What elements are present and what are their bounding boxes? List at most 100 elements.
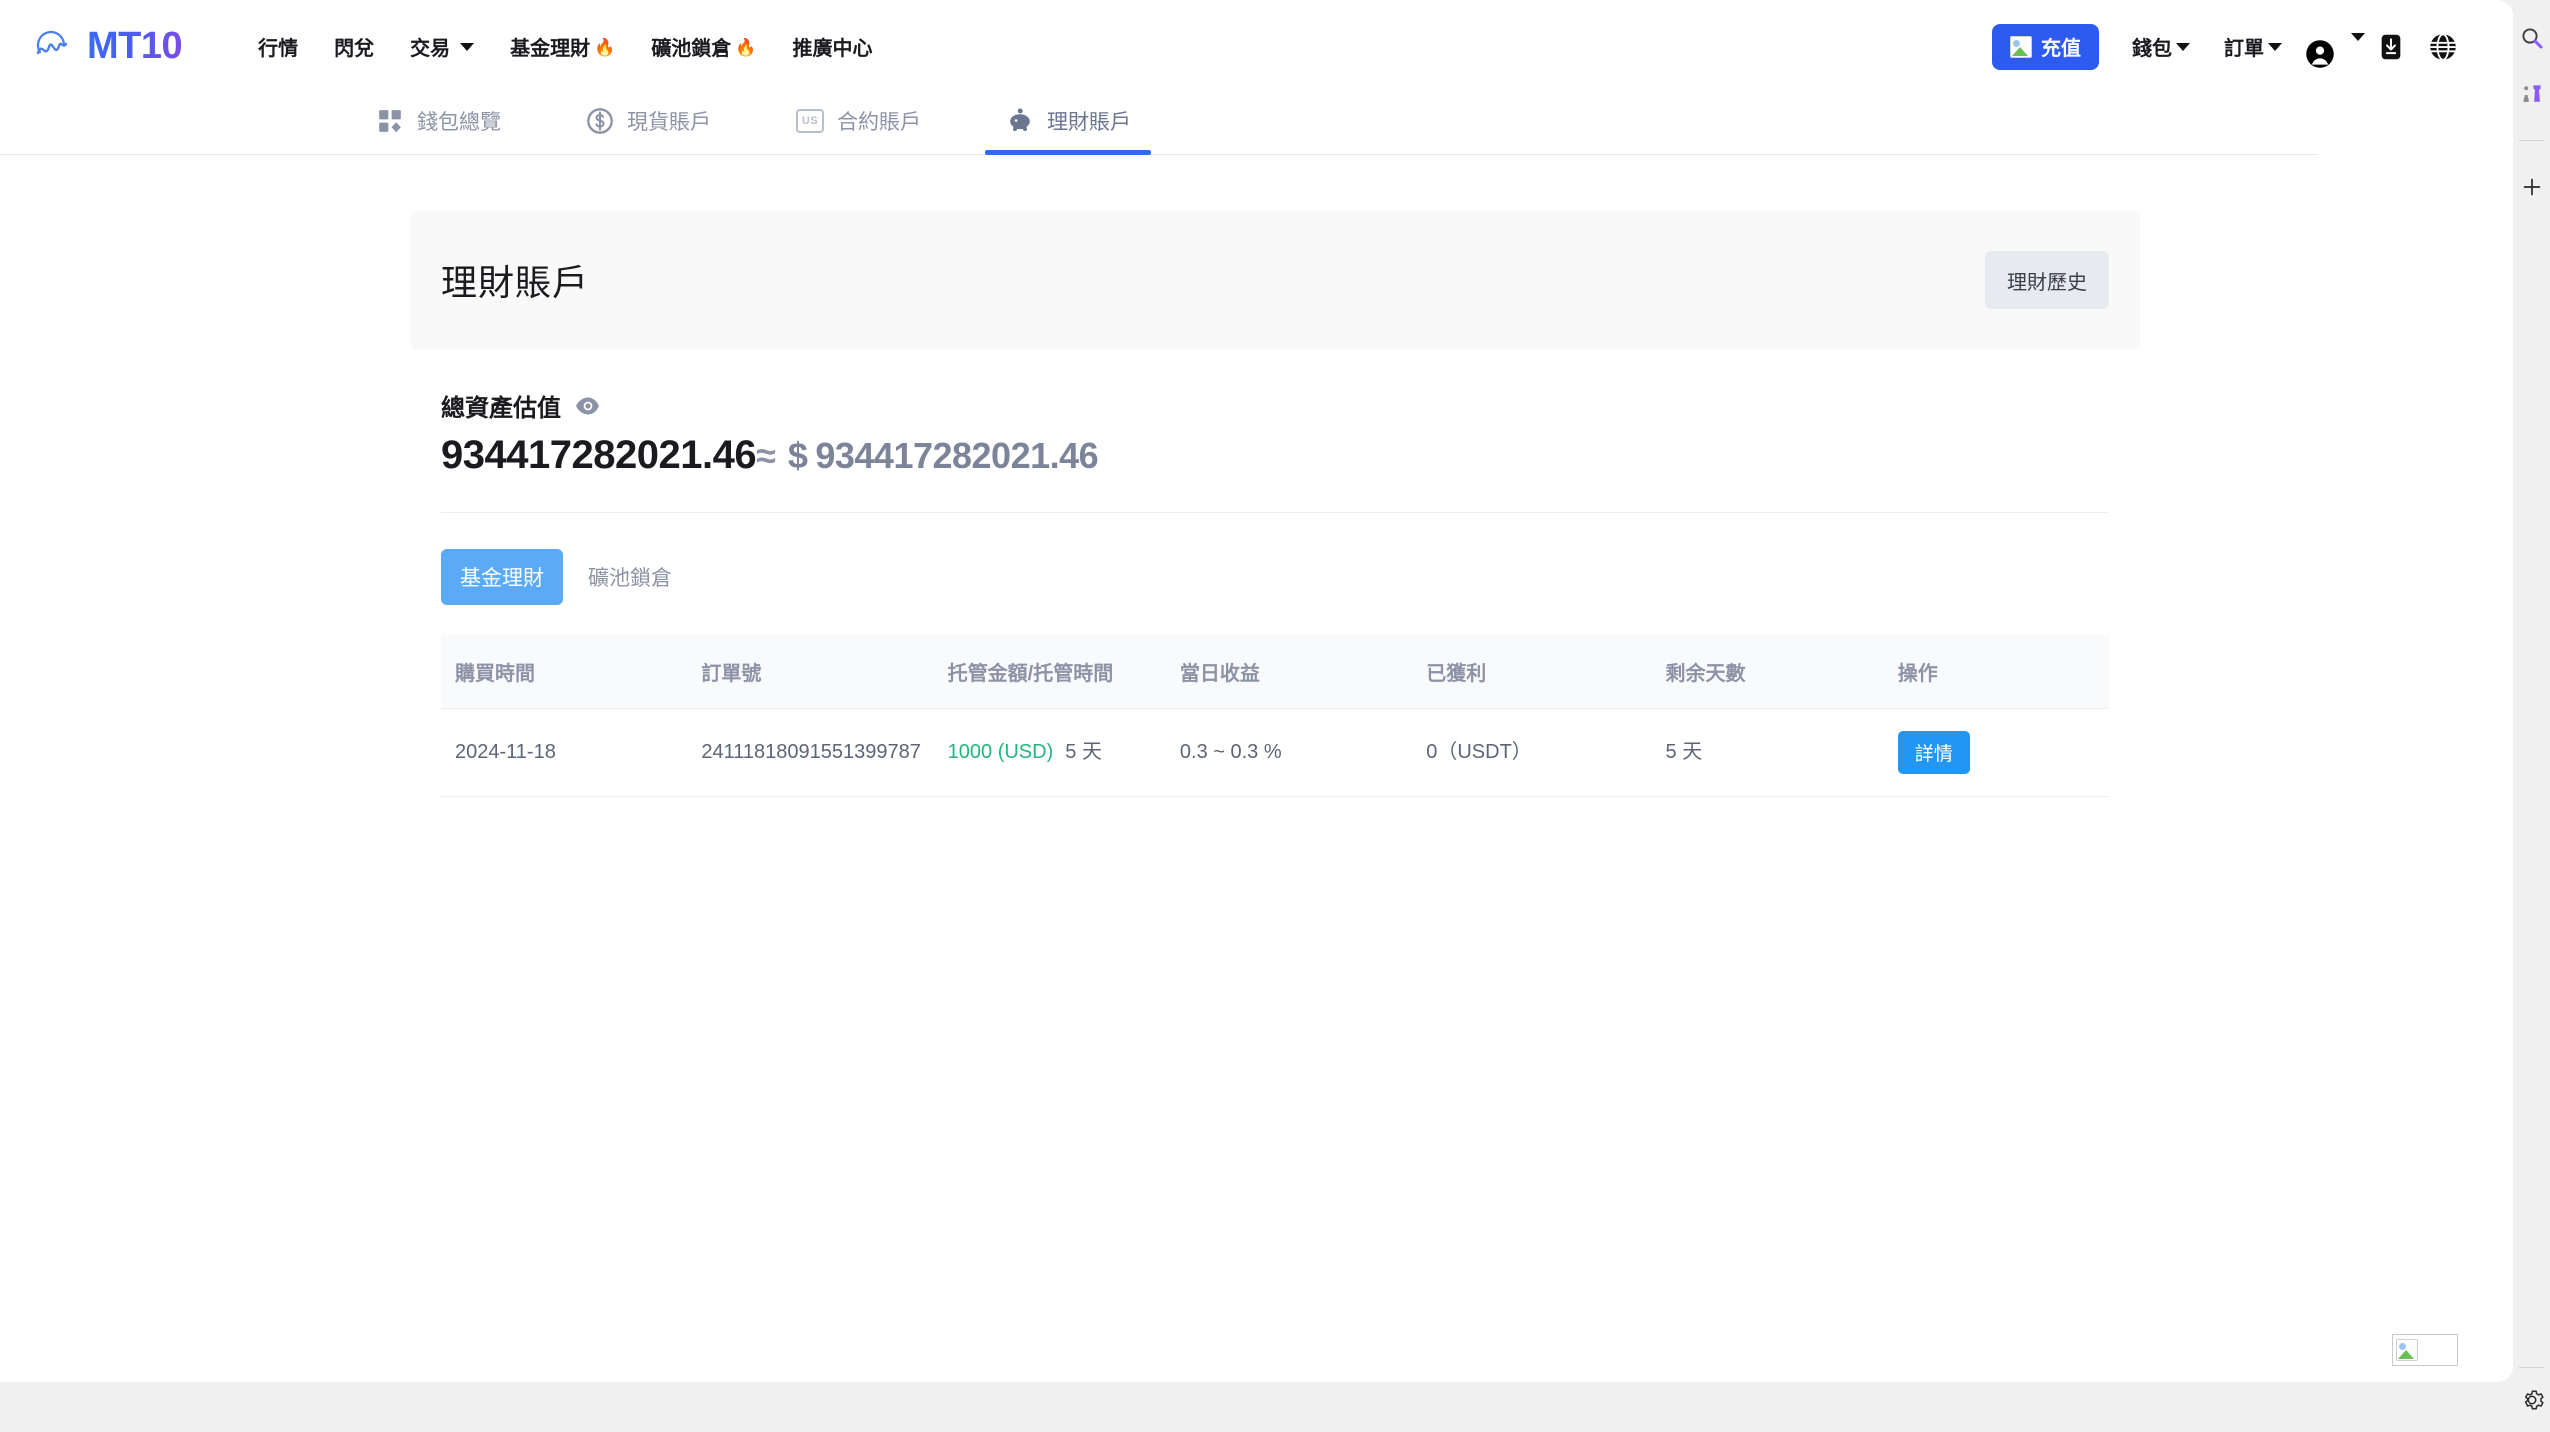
main-content: 理財賬戶 理財歷史 總資產估值 934417282021.46 ≈ $ 9344… xyxy=(0,155,2513,1382)
user-account-menu[interactable] xyxy=(2299,17,2365,77)
nav-label: 礦池鎖倉 xyxy=(651,38,732,60)
flame-icon: 🔥 xyxy=(594,38,616,57)
total-assets-label: 總資產估值 xyxy=(441,395,561,422)
flame-icon: 🔥 xyxy=(735,38,757,57)
sidebar-bottom xyxy=(2513,1363,2550,1432)
header-actions: 充值 錢包 訂單 xyxy=(1992,17,2513,77)
table-body: 2024-11-18 24111818091551399787 1000 (US… xyxy=(441,708,2109,797)
cell-profit: 0（USDT） xyxy=(1412,708,1652,797)
grid-squares-icon xyxy=(375,106,405,136)
main-navigation: 行情 閃兌 交易 基金理財 🔥 礦池鎖倉 🔥 推廣中心 xyxy=(240,32,890,61)
chevron-down-icon xyxy=(2176,42,2190,51)
page-sheet: MT10 行情 閃兌 交易 基金理財 🔥 礦池鎖倉 🔥 推廣中心 充值 錢包 訂… xyxy=(0,0,2513,1382)
table-header-row: 購買時間 訂單號 托管金額/托管時間 當日收益 已獲利 剩余天數 操作 xyxy=(441,635,2109,709)
column-header-daily-yield: 當日收益 xyxy=(1165,635,1413,709)
finance-history-button[interactable]: 理財歷史 xyxy=(1985,251,2109,309)
wave-circle-logo-icon xyxy=(30,25,74,69)
cell-order-no: 24111818091551399787 xyxy=(687,708,934,797)
nav-label: 行情 xyxy=(258,38,299,60)
broken-image-icon xyxy=(2396,1339,2418,1361)
subtab-fund-finance[interactable]: 基金理財 xyxy=(441,549,563,605)
cell-daily-yield: 0.3 ~ 0.3 % xyxy=(1165,708,1413,797)
eye-icon[interactable] xyxy=(575,396,601,416)
cell-amount-duration: 1000 (USD) 5 天 xyxy=(933,708,1166,797)
nav-label: 基金理財 xyxy=(510,38,591,60)
nav-item-promotion[interactable]: 推廣中心 xyxy=(774,32,890,61)
cell-amount: 1000 (USD) xyxy=(947,741,1054,763)
column-header-purchase-time: 購買時間 xyxy=(441,635,688,709)
nav-item-fund-finance[interactable]: 基金理財 🔥 xyxy=(492,32,633,61)
language-switch-button[interactable] xyxy=(2417,21,2469,73)
orders-menu[interactable]: 訂單 xyxy=(2207,32,2299,61)
nav-label: 推廣中心 xyxy=(792,38,873,60)
chevron-down-icon xyxy=(460,42,475,51)
us-box-icon: US xyxy=(795,106,825,136)
sidebar-divider xyxy=(2519,1367,2544,1368)
page-title: 理財賬戶 xyxy=(441,262,590,303)
site-header: MT10 行情 閃兌 交易 基金理財 🔥 礦池鎖倉 🔥 推廣中心 充值 錢包 訂… xyxy=(0,0,2513,93)
detail-button[interactable]: 詳情 xyxy=(1897,731,1970,774)
browser-viewport: MT10 行情 閃兌 交易 基金理財 🔥 礦池鎖倉 🔥 推廣中心 充值 錢包 訂… xyxy=(0,0,2550,1432)
approx-symbol: ≈ xyxy=(756,435,776,476)
account-tab-label: 錢包總覽 xyxy=(417,111,501,134)
nav-item-swap[interactable]: 閃兌 xyxy=(316,32,392,61)
plus-icon[interactable] xyxy=(2518,173,2546,201)
column-header-profit: 已獲利 xyxy=(1412,635,1652,709)
cell-action: 詳情 xyxy=(1883,708,2109,797)
nav-item-market[interactable]: 行情 xyxy=(240,32,316,61)
total-assets-block: 總資產估值 934417282021.46 ≈ $ 934417282021.4… xyxy=(410,350,2140,478)
brand-name: MT10 xyxy=(87,25,183,67)
nav-label: 閃兌 xyxy=(334,38,375,60)
chevron-down-icon xyxy=(2268,42,2282,51)
table-row: 2024-11-18 24111818091551399787 1000 (US… xyxy=(441,708,2109,797)
broken-image-icon xyxy=(2010,35,2032,58)
dollar-circle-icon xyxy=(585,106,615,136)
finance-subtabs: 基金理財 礦池鎖倉 xyxy=(410,513,2140,605)
total-assets-value-row: 934417282021.46 ≈ $ 934417282021.46 xyxy=(441,433,2109,478)
page-title-card: 理財賬戶 理財歷史 xyxy=(410,210,2140,350)
table-head: 購買時間 訂單號 托管金額/托管時間 當日收益 已獲利 剩余天數 操作 xyxy=(441,635,2109,709)
recharge-button[interactable]: 充值 xyxy=(1992,23,2099,70)
account-tab-label: 理財賬戶 xyxy=(1047,111,1131,134)
currency-symbol: $ xyxy=(787,435,808,476)
wallet-menu[interactable]: 錢包 xyxy=(2115,32,2207,61)
column-header-days-left: 剩余天數 xyxy=(1651,635,1884,709)
gear-icon[interactable] xyxy=(2518,1386,2546,1414)
chevron-down-icon xyxy=(2351,32,2365,41)
user-avatar-icon xyxy=(2305,39,2335,69)
account-tab-finance[interactable]: 理財賬戶 xyxy=(985,106,1151,155)
sidebar-divider xyxy=(2519,140,2544,141)
globe-icon xyxy=(2430,32,2456,61)
subtab-mining-lock[interactable]: 礦池鎖倉 xyxy=(569,549,691,605)
column-header-order-no: 訂單號 xyxy=(687,635,934,709)
account-tab-wallet-overview[interactable]: 錢包總覽 xyxy=(355,106,521,154)
total-assets-primary-value: 934417282021.46 xyxy=(441,433,757,477)
account-tab-spot[interactable]: 現貨賬戶 xyxy=(565,106,731,154)
nav-label: 交易 xyxy=(410,38,451,60)
cell-duration: 5 天 xyxy=(1065,741,1102,763)
orders-label: 訂單 xyxy=(2224,38,2264,60)
download-icon xyxy=(2381,34,2401,59)
bottom-image-placeholder xyxy=(2392,1334,2458,1366)
finance-table: 購買時間 訂單號 托管金額/托管時間 當日收益 已獲利 剩余天數 操作 2024… xyxy=(441,635,2109,797)
nav-item-trade[interactable]: 交易 xyxy=(392,32,492,61)
brand-logo[interactable]: MT10 xyxy=(30,25,183,69)
column-header-amount-duration: 托管金額/托管時間 xyxy=(933,635,1166,709)
browser-sidebar xyxy=(2513,0,2550,1432)
download-app-button[interactable] xyxy=(2365,21,2417,73)
account-tabs: 錢包總覽 現貨賬戶 US 合約賬戶 理財賬戶 xyxy=(0,93,2318,155)
recharge-label: 充值 xyxy=(2041,38,2081,60)
cell-purchase-time: 2024-11-18 xyxy=(441,708,688,797)
account-tab-label: 合約賬戶 xyxy=(837,111,921,134)
account-tab-label: 現貨賬戶 xyxy=(627,111,711,134)
total-assets-secondary-value: 934417282021.46 xyxy=(815,435,1099,476)
cell-days-left: 5 天 xyxy=(1651,708,1884,797)
finance-table-wrapper: 購買時間 訂單號 托管金額/托管時間 當日收益 已獲利 剩余天數 操作 2024… xyxy=(410,605,2140,797)
column-header-action: 操作 xyxy=(1883,635,2109,709)
account-tab-contract[interactable]: US 合約賬戶 xyxy=(775,106,941,154)
nav-item-mining-lock[interactable]: 礦池鎖倉 🔥 xyxy=(633,32,774,61)
piggy-bank-icon xyxy=(1005,106,1035,136)
chess-pieces-icon[interactable] xyxy=(2518,80,2546,108)
wallet-label: 錢包 xyxy=(2132,38,2172,60)
search-icon[interactable] xyxy=(2518,24,2546,52)
